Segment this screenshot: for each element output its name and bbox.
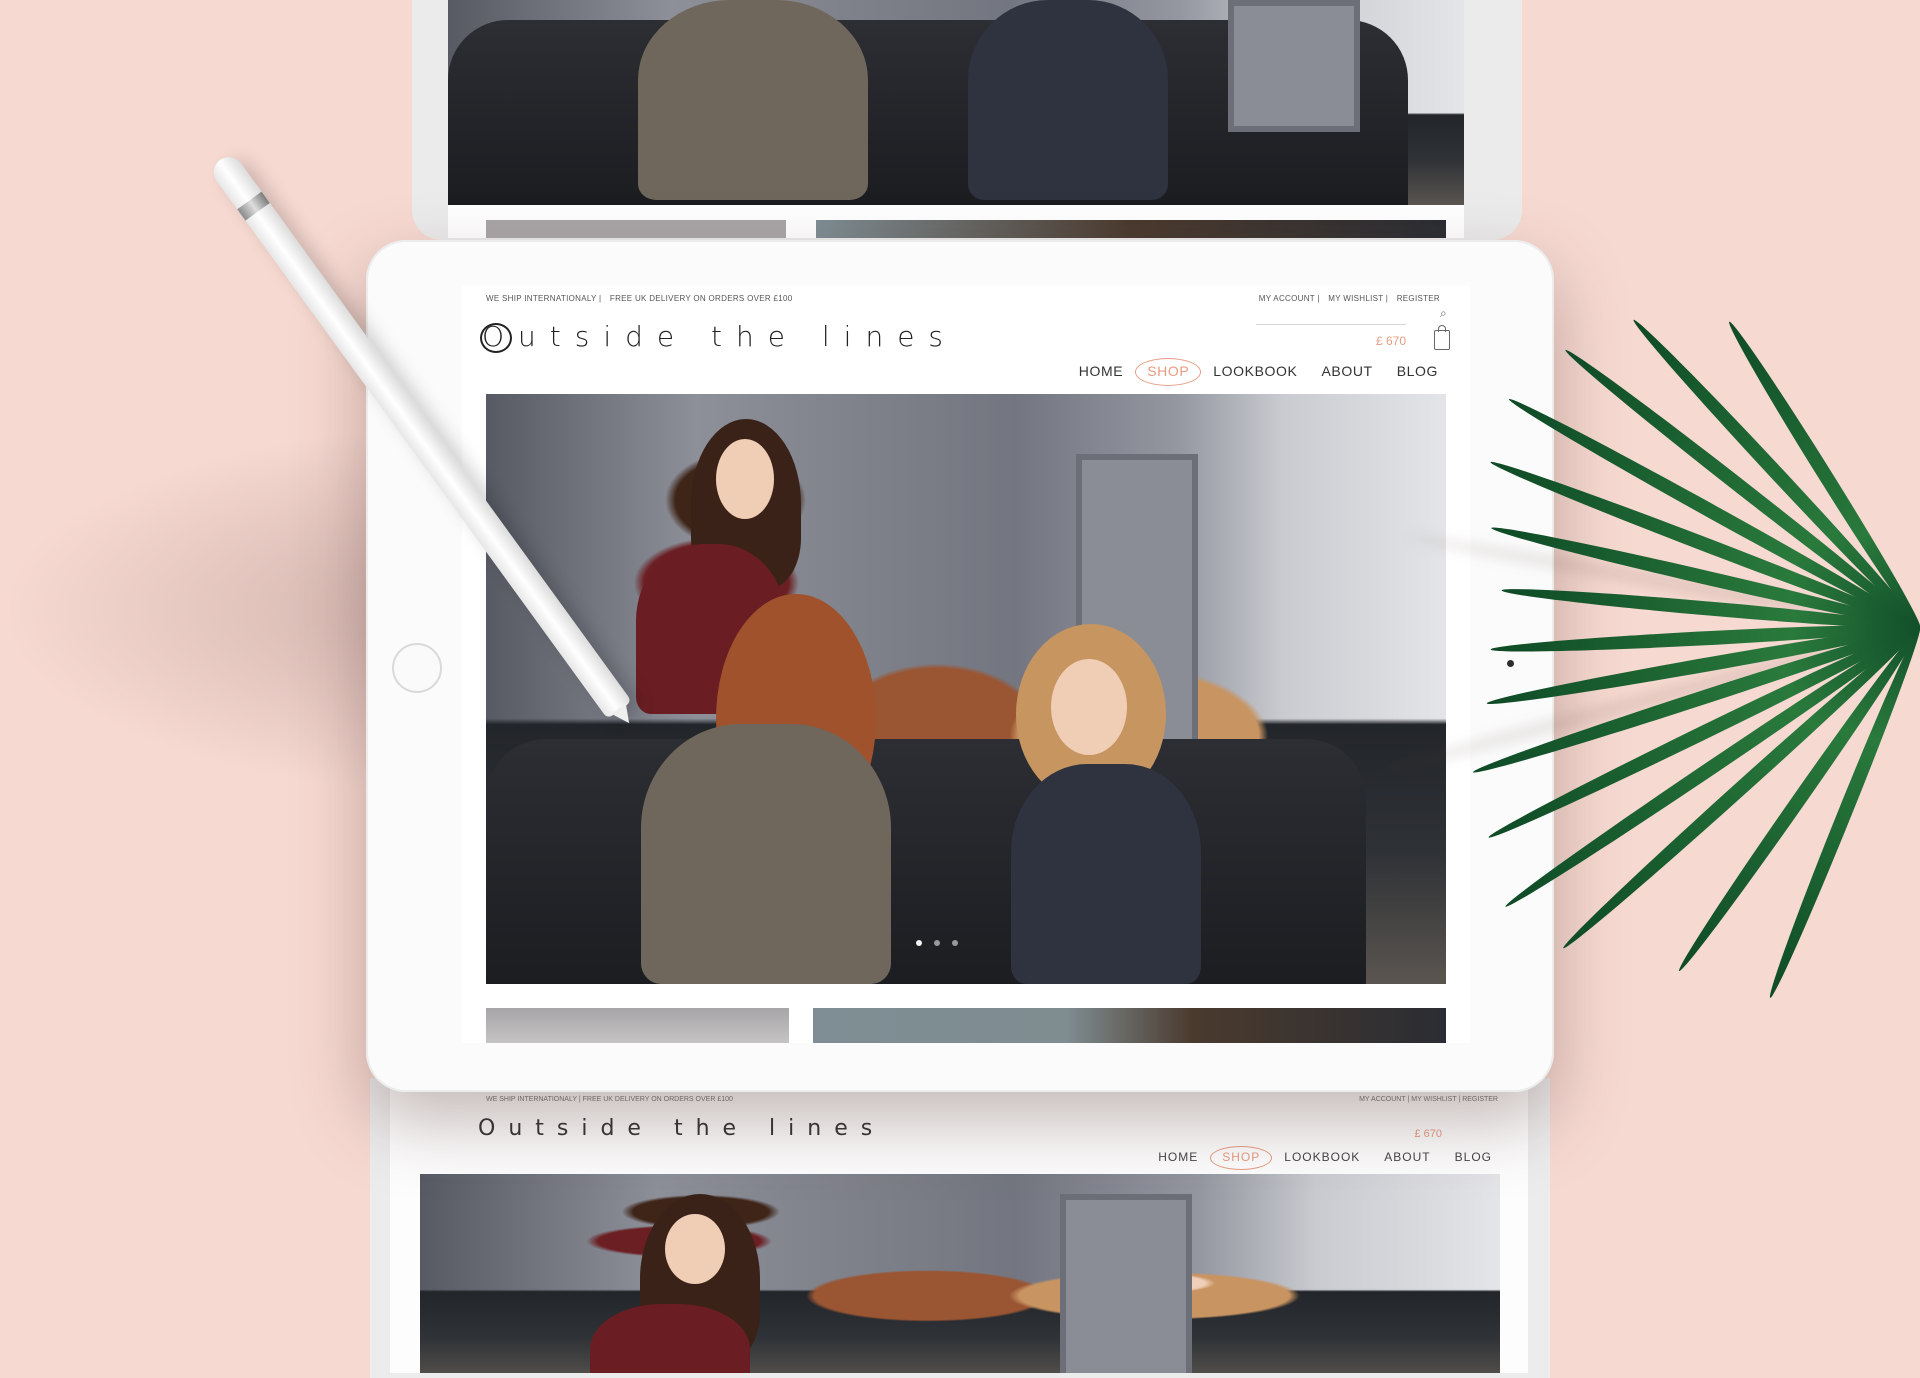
website-screen: WE SHIP INTERNATIONALY | FREE UK DELIVER…	[462, 286, 1470, 1043]
ghost-delivery-text: FREE UK DELIVERY ON ORDERS OVER £100	[582, 1096, 733, 1103]
ghost-nav-about: ABOUT	[1384, 1150, 1431, 1164]
ghost-register-link: REGISTER	[1462, 1096, 1498, 1103]
ghost-screen-top	[448, 0, 1464, 238]
category-tile-2[interactable]	[813, 1008, 1446, 1043]
nav-lookbook[interactable]: LOOKBOOK	[1201, 363, 1309, 379]
category-tile-1[interactable]	[486, 1008, 789, 1043]
main-nav: HOME SHOP LOOKBOOK ABOUT BLOG	[1067, 358, 1450, 386]
register-link[interactable]: REGISTER	[1397, 294, 1440, 303]
ghost-cart-total: £ 670	[1414, 1128, 1442, 1140]
my-account-link[interactable]: MY ACCOUNT |	[1259, 294, 1320, 303]
delivery-info-text: FREE UK DELIVERY ON ORDERS OVER £100	[609, 294, 793, 303]
ghost-screen-bottom: WE SHIP INTERNATIONALY | FREE UK DELIVER…	[390, 1090, 1528, 1373]
tablet-device: WE SHIP INTERNATIONALY | FREE UK DELIVER…	[366, 240, 1554, 1092]
slider-dot-2[interactable]	[934, 940, 940, 946]
ghost-hero-photo-bottom	[420, 1174, 1500, 1373]
nav-home[interactable]: HOME	[1067, 363, 1135, 379]
search-input[interactable]	[1256, 324, 1406, 325]
search-icon[interactable]: ⌕	[1440, 306, 1450, 320]
ghost-tile-2	[816, 220, 1446, 238]
my-wishlist-link[interactable]: MY WISHLIST |	[1328, 294, 1388, 303]
slider-dots	[916, 940, 958, 946]
site-logo[interactable]: Outside the lines	[482, 320, 957, 353]
slider-dot-3[interactable]	[952, 940, 958, 946]
ghost-logo: Outside the lines	[478, 1116, 886, 1141]
palm-leaf-decoration	[1377, 60, 1920, 1060]
ghost-shipping-text: WE SHIP INTERNATIONALY |	[486, 1096, 581, 1103]
ghost-nav: HOME SHOP LOOKBOOK ABOUT BLOG	[1146, 1146, 1504, 1170]
nav-blog[interactable]: BLOG	[1385, 363, 1450, 379]
home-button-icon[interactable]	[392, 643, 442, 693]
ghost-topbar: WE SHIP INTERNATIONALY | FREE UK DELIVER…	[486, 1096, 1498, 1103]
ghost-my-wishlist-link: MY WISHLIST |	[1411, 1096, 1461, 1103]
shipping-info-text: WE SHIP INTERNATIONALY |	[486, 294, 602, 303]
nav-shop[interactable]: SHOP	[1135, 358, 1202, 386]
shopping-bag-icon[interactable]	[1434, 325, 1450, 350]
ghost-hero-photo-top	[448, 0, 1464, 205]
slider-dot-1[interactable]	[916, 940, 922, 946]
hero-slider-image[interactable]	[486, 394, 1446, 984]
ghost-my-account-link: MY ACCOUNT |	[1359, 1096, 1410, 1103]
ghost-tile-1	[486, 220, 786, 238]
ghost-nav-shop: SHOP	[1210, 1146, 1273, 1170]
ghost-nav-home: HOME	[1158, 1150, 1199, 1164]
cart-total[interactable]: £ 670	[1376, 334, 1406, 348]
top-info-bar: WE SHIP INTERNATIONALY | FREE UK DELIVER…	[486, 294, 1446, 306]
category-tiles	[486, 1008, 1446, 1043]
nav-about[interactable]: ABOUT	[1309, 363, 1384, 379]
ghost-nav-lookbook: LOOKBOOK	[1284, 1150, 1361, 1164]
ghost-nav-blog: BLOG	[1454, 1150, 1492, 1164]
